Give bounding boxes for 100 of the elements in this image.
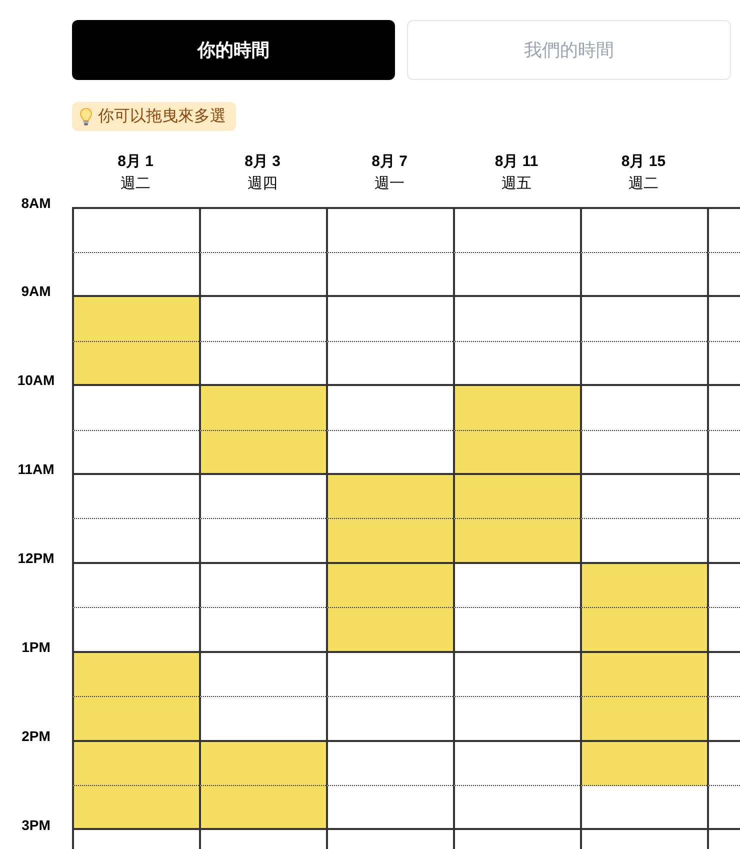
time-slot[interactable] (199, 386, 326, 431)
time-slot[interactable] (72, 342, 199, 386)
time-slot[interactable] (580, 475, 707, 520)
time-label: 3PM (22, 816, 50, 835)
time-slot[interactable] (326, 252, 453, 298)
time-slot[interactable] (199, 608, 326, 653)
time-slot[interactable] (199, 475, 326, 520)
time-slot[interactable] (326, 297, 453, 342)
time-slot[interactable] (199, 297, 326, 342)
time-slot[interactable] (199, 564, 326, 608)
time-label: 1PM (22, 638, 50, 657)
time-slot[interactable] (199, 742, 326, 786)
time-slot[interactable] (707, 475, 740, 520)
time-slot[interactable] (707, 208, 740, 253)
time-slot[interactable] (326, 786, 453, 830)
time-slot[interactable] (580, 252, 707, 298)
time-slot[interactable] (453, 208, 580, 253)
time-slot[interactable] (72, 430, 199, 476)
time-slot[interactable] (72, 475, 199, 520)
time-slot[interactable] (199, 342, 326, 386)
time-slot[interactable] (453, 786, 580, 830)
time-slot[interactable] (453, 564, 580, 608)
time-slot[interactable] (580, 742, 707, 786)
time-slot[interactable] (326, 564, 453, 608)
time-slot[interactable] (707, 652, 740, 698)
time-slot[interactable] (707, 786, 740, 830)
weekday-label: 週一 (374, 174, 404, 194)
time-slot[interactable] (707, 430, 740, 476)
time-slot[interactable] (707, 252, 740, 298)
time-slot[interactable] (199, 786, 326, 830)
time-slot[interactable] (580, 386, 707, 431)
time-slot[interactable] (580, 652, 707, 698)
time-slot[interactable] (707, 519, 740, 564)
time-slot[interactable] (72, 608, 199, 653)
time-slot[interactable] (453, 430, 580, 476)
time-slot[interactable] (72, 652, 199, 698)
time-slot[interactable] (580, 519, 707, 564)
time-slot[interactable] (72, 519, 199, 564)
tab[interactable]: 你的時間 (72, 20, 394, 80)
time-slot[interactable] (580, 297, 707, 342)
time-slot[interactable] (453, 342, 580, 386)
time-slot[interactable] (326, 208, 453, 253)
time-slot[interactable] (72, 252, 199, 298)
date-label: 8月 7 (372, 152, 408, 172)
time-slot[interactable] (199, 519, 326, 564)
time-slot[interactable] (707, 297, 740, 342)
time-slot[interactable] (326, 475, 453, 520)
time-slot[interactable] (326, 697, 453, 742)
time-slot[interactable] (72, 208, 199, 253)
time-slot[interactable] (326, 652, 453, 698)
time-slot[interactable] (580, 697, 707, 742)
time-label: 8AM (21, 194, 51, 212)
date-label: 8月 11 (494, 152, 538, 172)
time-slot[interactable] (199, 430, 326, 476)
time-slot[interactable] (580, 430, 707, 476)
time-slot[interactable] (707, 608, 740, 653)
time-slot[interactable] (453, 697, 580, 742)
time-slot[interactable] (453, 652, 580, 698)
time-slot[interactable] (453, 475, 580, 520)
weekday-label: 週五 (502, 174, 532, 194)
time-slot[interactable] (707, 564, 740, 608)
date-label: 8月 3 (244, 152, 280, 172)
time-slot[interactable] (580, 564, 707, 608)
lightbulb-icon (80, 108, 92, 126)
time-slot[interactable] (326, 742, 453, 786)
time-slot[interactable] (453, 742, 580, 786)
time-slot[interactable] (453, 519, 580, 564)
time-slot[interactable] (580, 608, 707, 653)
time-slot[interactable] (72, 564, 199, 608)
time-slot[interactable] (326, 386, 453, 431)
date-label: 8月 15 (621, 152, 666, 172)
time-slot[interactable] (707, 342, 740, 386)
time-slot[interactable] (707, 386, 740, 431)
time-slot[interactable] (199, 652, 326, 698)
time-slot[interactable] (453, 297, 580, 342)
time-slot[interactable] (72, 742, 199, 786)
time-slot[interactable] (72, 297, 199, 342)
time-slot[interactable] (453, 386, 580, 431)
time-slot[interactable] (453, 252, 580, 298)
time-slot[interactable] (326, 430, 453, 476)
time-slot[interactable] (707, 742, 740, 786)
time-slot[interactable] (580, 342, 707, 386)
time-slot[interactable] (326, 342, 453, 386)
time-slot[interactable] (199, 697, 326, 742)
time-slot[interactable] (580, 786, 707, 830)
time-slot[interactable] (707, 697, 740, 742)
time-slot[interactable] (199, 252, 326, 298)
time-label: 2PM (22, 726, 50, 746)
date-label: 8月 1 (118, 152, 154, 172)
time-slot[interactable] (199, 208, 326, 253)
time-slot[interactable] (326, 519, 453, 564)
time-slot[interactable] (580, 208, 707, 253)
weekday-label: 週二 (120, 174, 150, 194)
time-slot[interactable] (72, 386, 199, 431)
time-label: 12PM (18, 548, 54, 568)
time-label: 10AM (17, 371, 55, 390)
time-slot[interactable] (326, 608, 453, 653)
time-slot[interactable] (72, 697, 199, 742)
time-slot[interactable] (453, 608, 580, 653)
time-slot[interactable] (72, 786, 199, 830)
